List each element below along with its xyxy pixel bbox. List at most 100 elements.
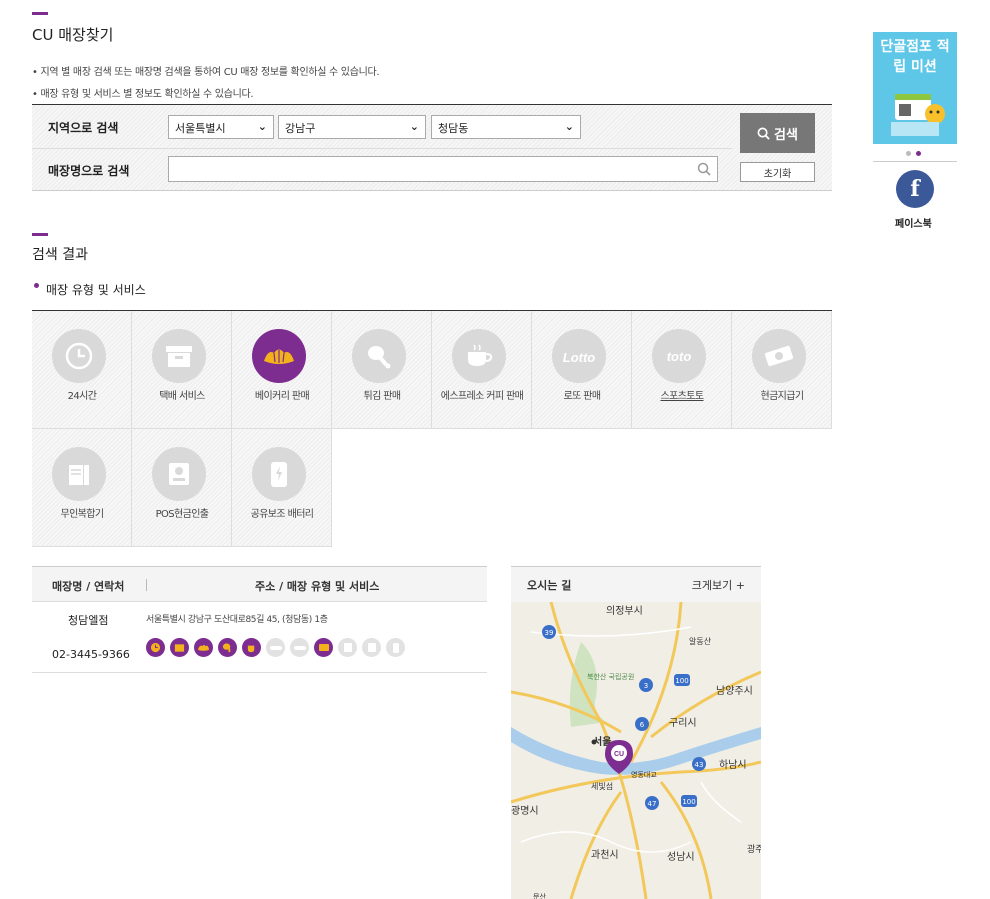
service-espresso[interactable]: 에스프레소 커피 판매 xyxy=(432,311,532,429)
city-select[interactable]: 서울특별시 ⌄ xyxy=(168,115,274,139)
dong-select[interactable]: 청담동 ⌄ xyxy=(431,115,581,139)
col-store-header: 매장명 / 연락처 xyxy=(52,580,125,593)
map-header: 오시는 길 크게보기 + xyxy=(511,566,761,602)
map-place-label: 성남시 xyxy=(667,851,695,863)
dong-select-value: 청담동 xyxy=(438,122,469,135)
chicken-leg-icon xyxy=(352,329,406,383)
bread-icon xyxy=(252,329,306,383)
coffee-cup-icon xyxy=(452,329,506,383)
reset-button[interactable]: 초기화 xyxy=(740,162,815,182)
chicken-leg-icon xyxy=(218,638,237,657)
cash-icon xyxy=(752,329,806,383)
district-select[interactable]: 강남구 ⌄ xyxy=(278,115,426,139)
results-accent-bar xyxy=(32,233,48,236)
notice-line-2: • 매장 유형 및 서비스 별 정보도 확인하실 수 있습니다. xyxy=(32,89,254,100)
map-title: 오시는 길 xyxy=(527,579,572,592)
lotto-icon: Lotto xyxy=(552,329,606,383)
store-address: 서울특별시 강남구 도산대로85길 45, (청담동) 1층 xyxy=(146,615,328,625)
route-marker: 6 xyxy=(640,721,645,729)
service-24h[interactable]: 24시간 xyxy=(32,311,132,429)
map-place-label: 구리시 xyxy=(669,717,697,729)
results-title: 검색 결과 xyxy=(32,247,88,263)
map-place-label: 문산 xyxy=(533,892,546,899)
service-filter-grid: 24시간 택배 서비스 베이커리 판매 튀김 판매 에스프레소 커피 판매 Lo… xyxy=(32,310,832,547)
service-bakery[interactable]: 베이커리 판매 xyxy=(232,311,332,429)
stamp-mission-banner[interactable]: 단골점포 적립 미션 xyxy=(873,32,957,144)
search-button[interactable]: 검색 xyxy=(740,113,815,153)
service-kiosk[interactable]: 무인복합기 xyxy=(32,429,132,547)
service-label: 스포츠토토 xyxy=(660,391,704,402)
service-label: 에스프레소 커피 판매 xyxy=(440,391,524,402)
bread-icon xyxy=(194,638,213,657)
notice-line-1: • 지역 별 매장 검색 또는 매장명 검색을 통하여 CU 매장 정보를 확인… xyxy=(32,67,380,78)
banner-illustration xyxy=(891,94,945,136)
page-title: CU 매장찾기 xyxy=(32,26,114,44)
map-enlarge-link[interactable]: 크게보기 + xyxy=(692,577,745,593)
rail-divider xyxy=(873,161,957,162)
box-icon xyxy=(170,638,189,657)
map-place-label: 알동산 xyxy=(689,636,712,646)
service-fried[interactable]: 튀김 판매 xyxy=(332,311,432,429)
title-accent-bar xyxy=(32,12,48,15)
city-select-value: 서울특별시 xyxy=(175,122,226,135)
cash-icon xyxy=(314,638,333,657)
map-place-label: 영동대교 xyxy=(631,770,657,779)
facebook-label[interactable]: 페이스북 xyxy=(895,215,932,230)
service-label: 24시간 xyxy=(67,391,97,402)
banner-dot-inactive[interactable] xyxy=(906,151,911,156)
service-lotto[interactable]: Lotto 로또 판매 xyxy=(532,311,632,429)
search-row-divider xyxy=(32,148,732,149)
store-name[interactable]: 청담엘점 xyxy=(68,612,108,628)
service-pos-cash[interactable]: POS현금인출 xyxy=(132,429,232,547)
service-toto[interactable]: toto 스포츠토토 xyxy=(632,311,732,429)
map-place-label: 의정부시 xyxy=(606,605,643,617)
route-marker: 100 xyxy=(675,677,688,685)
route-marker: 39 xyxy=(545,629,554,637)
search-icon xyxy=(697,162,711,176)
clock-icon xyxy=(146,638,165,657)
chevron-down-icon: ⌄ xyxy=(564,120,574,133)
service-parcel[interactable]: 택배 서비스 xyxy=(132,311,232,429)
box-icon xyxy=(152,329,206,383)
service-label: 택배 서비스 xyxy=(159,391,205,402)
map-place-label: 과천시 xyxy=(591,849,619,861)
chevron-down-icon: ⌄ xyxy=(257,120,267,133)
banner-title: 단골점포 적립 미션 xyxy=(880,39,950,75)
service-atm[interactable]: 현금지급기 xyxy=(732,311,832,429)
facebook-icon[interactable]: f xyxy=(896,170,934,208)
col-divider xyxy=(146,579,147,591)
map-place-label: 세빛섬 xyxy=(591,781,613,791)
results-table-header: 매장명 / 연락처 주소 / 매장 유형 및 서비스 xyxy=(32,566,487,602)
store-name-input[interactable] xyxy=(168,156,718,182)
service-label: 현금지급기 xyxy=(760,391,804,402)
col-address-header: 주소 / 매장 유형 및 서비스 xyxy=(255,580,380,593)
map-place-label: 남양주시 xyxy=(716,685,753,697)
service-battery[interactable]: 공유보조 배터리 xyxy=(232,429,332,547)
services-title: 매장 유형 및 서비스 xyxy=(46,283,146,297)
reset-button-label: 초기화 xyxy=(763,168,792,180)
map-canvas: 의정부시 알동산 북한산 국립공원 남양주시 구리시 서울 영동대교 세빛섬 하… xyxy=(511,602,761,899)
banner-dot-active[interactable] xyxy=(916,151,921,156)
toto-icon: toto xyxy=(652,329,706,383)
location-map[interactable]: 의정부시 알동산 북한산 국립공원 남양주시 구리시 서울 영동대교 세빛섬 하… xyxy=(511,602,761,899)
services-bullet xyxy=(34,283,39,288)
service-label: 튀김 판매 xyxy=(363,391,402,402)
search-icon xyxy=(757,127,770,140)
coffee-cup-icon xyxy=(242,638,261,657)
pos-icon xyxy=(362,638,381,657)
pos-icon xyxy=(152,447,206,501)
table-row[interactable]: 청담엘점 02-3445-9366 서울특별시 강남구 도산대로85길 45, … xyxy=(32,602,487,673)
district-select-value: 강남구 xyxy=(285,122,316,135)
map-place-label: 북한산 국립공원 xyxy=(587,672,634,681)
map-place-label: 광명시 xyxy=(511,805,539,817)
svg-text:Lotto: Lotto xyxy=(563,350,596,365)
lotto-icon xyxy=(266,638,285,657)
service-label: POS현금인출 xyxy=(155,509,209,520)
map-place-label: 하남시 xyxy=(719,758,747,771)
map-place-label: 광주 xyxy=(747,843,761,855)
service-label: 무인복합기 xyxy=(60,509,104,520)
kiosk-icon xyxy=(338,638,357,657)
svg-text:CU: CU xyxy=(614,751,624,758)
battery-icon xyxy=(252,447,306,501)
search-button-label: 검색 xyxy=(774,127,798,143)
